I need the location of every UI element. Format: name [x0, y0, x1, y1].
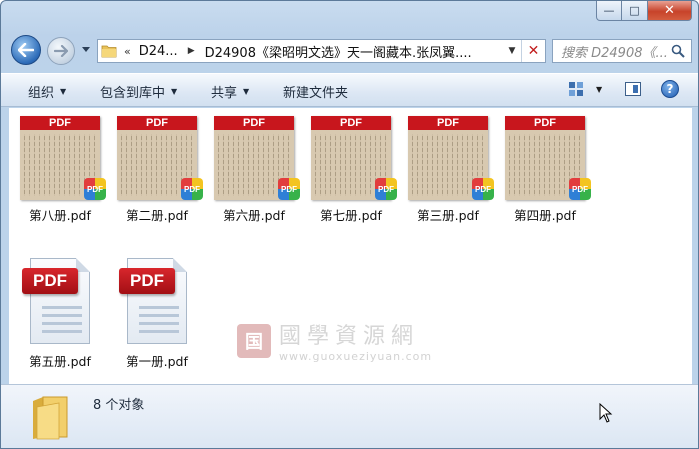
pdf-thumbnail: PDF PDF: [214, 116, 300, 200]
thumbnail-banner: PDF: [311, 116, 391, 130]
search-input[interactable]: 搜索 D24908《...: [552, 39, 692, 63]
organize-label: 组织: [28, 86, 55, 101]
maximize-button[interactable]: □: [622, 1, 648, 21]
pdf-app-icon: PDF: [181, 178, 203, 200]
file-name: 第五册.pdf: [29, 354, 91, 369]
address-overflow-chevron[interactable]: «: [120, 45, 135, 58]
pdf-thumbnail: PDF PDF: [505, 116, 591, 200]
pdf-file-icon: PDF: [117, 258, 197, 346]
file-name: 第三册.pdf: [417, 208, 479, 223]
file-name: 第七册.pdf: [320, 208, 382, 223]
chevron-down-icon[interactable]: ▼: [596, 85, 602, 94]
file-name: 第八册.pdf: [29, 208, 91, 223]
pdf-app-icon: PDF: [375, 178, 397, 200]
address-bar[interactable]: « D24... ▶ D24908《梁昭明文选》天一阁藏本.张凤翼.... ▼ …: [97, 39, 546, 63]
details-pane: 8 个对象: [1, 384, 698, 448]
pdf-icon-label: PDF: [22, 268, 78, 294]
file-name: 第二册.pdf: [126, 208, 188, 223]
file-item[interactable]: PDF 第五册.pdf: [15, 258, 105, 370]
search-icon[interactable]: [671, 44, 685, 58]
chevron-down-icon: ▼: [243, 87, 250, 96]
file-item[interactable]: PDF 第一册.pdf: [112, 258, 202, 370]
folder-icon: [98, 40, 120, 62]
chevron-down-icon: [82, 47, 90, 52]
file-name: 第六册.pdf: [223, 208, 285, 223]
recent-pages-dropdown[interactable]: [81, 45, 91, 55]
file-list[interactable]: 国 國學資源網 www.guoxueziyuan.com PDF PDF 第八册…: [9, 108, 692, 384]
file-name: 第一册.pdf: [126, 354, 188, 369]
pdf-file-icon: PDF: [20, 258, 100, 346]
pdf-app-icon: PDF: [84, 178, 106, 200]
folder-icon: [33, 396, 68, 440]
change-view-button[interactable]: ▼: [568, 81, 602, 97]
organize-menu[interactable]: 组织 ▼: [28, 82, 66, 101]
thumbnail-banner: PDF: [408, 116, 488, 130]
mouse-cursor-icon: [599, 403, 613, 423]
chevron-down-icon: ▼: [171, 87, 178, 96]
watermark-url: www.guoxueziyuan.com: [279, 350, 433, 363]
thumbnail-banner: PDF: [214, 116, 294, 130]
watermark: 国 國學資源網 www.guoxueziyuan.com: [237, 318, 432, 363]
pdf-icon-label: PDF: [119, 268, 175, 294]
forward-button[interactable]: [47, 37, 75, 65]
chevron-down-icon: ▼: [60, 87, 67, 96]
file-item[interactable]: PDF PDF 第三册.pdf: [403, 116, 494, 224]
command-bar: 组织 ▼ 包含到库中 ▼ 共享 ▼ 新建文件夹 ▼ ?: [1, 73, 698, 107]
pdf-thumbnail: PDF PDF: [20, 116, 106, 200]
minimize-button[interactable]: —: [596, 1, 622, 21]
breadcrumb-current[interactable]: D24908《梁昭明文选》天一阁藏本.张凤翼....: [201, 42, 476, 61]
thumbnail-banner: PDF: [20, 116, 100, 130]
file-item[interactable]: PDF PDF 第七册.pdf: [306, 116, 397, 224]
search-placeholder: 搜索 D24908《...: [561, 45, 668, 61]
thumbnail-banner: PDF: [505, 116, 585, 130]
navigation-bar: « D24... ▶ D24908《梁昭明文选》天一阁藏本.张凤翼.... ▼ …: [1, 31, 698, 67]
new-folder-label: 新建文件夹: [283, 86, 349, 101]
address-dropdown-icon[interactable]: ▼: [503, 40, 521, 62]
preview-pane-button[interactable]: [625, 82, 641, 96]
file-item[interactable]: PDF PDF 第八册.pdf: [15, 116, 106, 224]
file-item[interactable]: PDF PDF 第二册.pdf: [112, 116, 203, 224]
share-label: 共享: [211, 86, 238, 101]
close-button[interactable]: ✕: [648, 1, 692, 21]
include-library-menu[interactable]: 包含到库中 ▼: [100, 82, 177, 101]
thumbnail-banner: PDF: [117, 116, 197, 130]
pdf-thumbnail: PDF PDF: [311, 116, 397, 200]
pdf-app-icon: PDF: [569, 178, 591, 200]
arrow-left-icon: [18, 43, 34, 57]
pdf-thumbnail: PDF PDF: [117, 116, 203, 200]
help-icon[interactable]: ?: [661, 80, 679, 98]
grid-view-icon: [569, 82, 583, 96]
breadcrumb-segment[interactable]: D24...: [135, 44, 182, 59]
file-item[interactable]: PDF PDF 第六册.pdf: [209, 116, 300, 224]
item-count: 8 个对象: [93, 398, 145, 413]
include-library-label: 包含到库中: [100, 86, 166, 101]
pdf-app-icon: PDF: [472, 178, 494, 200]
watermark-title: 國學資源網: [279, 324, 420, 349]
back-button[interactable]: [11, 35, 41, 65]
caption-buttons: — □ ✕: [596, 1, 692, 21]
file-item[interactable]: PDF PDF 第四册.pdf: [500, 116, 591, 224]
watermark-seal: 国: [237, 323, 271, 358]
share-menu[interactable]: 共享 ▼: [211, 82, 249, 101]
breadcrumb-separator-icon[interactable]: ▶: [182, 46, 201, 56]
pdf-thumbnail: PDF PDF: [408, 116, 494, 200]
file-name: 第四册.pdf: [514, 208, 576, 223]
arrow-right-icon: [54, 45, 68, 57]
pdf-app-icon: PDF: [278, 178, 300, 200]
new-folder-button[interactable]: 新建文件夹: [283, 82, 348, 101]
stop-icon[interactable]: ✕: [521, 40, 545, 62]
explorer-window: — □ ✕ « D24... ▶ D24908《梁昭明文选》天一阁藏本.张凤翼.…: [0, 0, 699, 449]
